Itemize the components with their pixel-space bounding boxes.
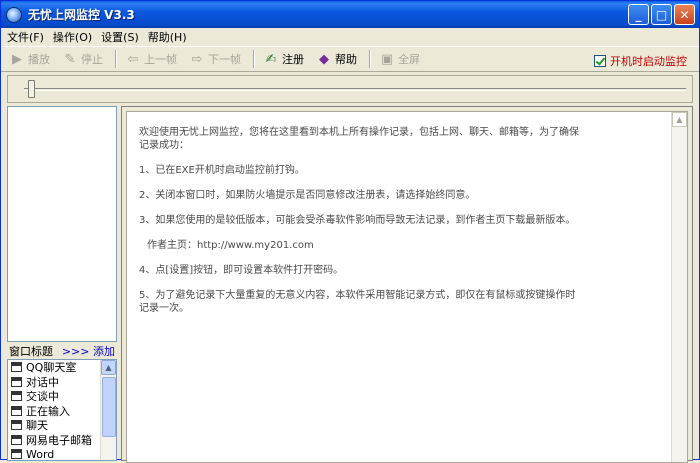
scroll-up-icon[interactable]: ▲ (672, 112, 687, 127)
stop-icon: ✎ (64, 51, 76, 67)
tip-5: 5、为了避免记录下大量重复的无意义内容，本软件采用智能记录方式，即仅在有鼠标或按… (139, 290, 576, 314)
prev-frame-button[interactable]: ⇦ 上一帧 (125, 51, 177, 67)
record-viewer[interactable]: 欢迎使用无忧上网监控，您将在这里看到本机上所有操作记录，包括上网、聊天、邮箱等，… (126, 111, 688, 463)
next-frame-label: 下一帧 (208, 53, 241, 66)
fullscreen-icon: ▣ (380, 51, 394, 67)
menu-operate[interactable]: 操作(O) (53, 29, 92, 45)
viewer-scrollbar[interactable]: ▲ (671, 112, 687, 462)
play-icon: ▶ (12, 51, 22, 67)
toolbar-separator (253, 50, 255, 68)
add-link[interactable]: >>> 添加 (62, 343, 115, 359)
window-title: 无忧上网监控 V3.3 (28, 8, 135, 22)
window-icon (11, 391, 22, 402)
author-homepage: 作者主页：http://www.my201.com (147, 240, 314, 251)
menu-file[interactable]: 文件(F) (7, 29, 44, 45)
menu-help[interactable]: 帮助(H) (148, 29, 187, 45)
tip-1: 1、已在EXE开机时启动监控前打钩。 (139, 165, 305, 176)
autostart-checkbox[interactable]: 开机时启动监控 (594, 53, 687, 69)
window-controls: _ □ ✕ (628, 4, 695, 25)
main-pane: 欢迎使用无忧上网监控，您将在这里看到本机上所有操作记录，包括上网、聊天、邮箱等，… (121, 106, 693, 463)
register-button[interactable]: ✍ 注册 (263, 51, 304, 67)
list-scrollbar[interactable]: ▲ (100, 360, 116, 460)
toolbar-separator (115, 50, 117, 68)
arrow-left-icon: ⇦ (127, 51, 139, 67)
window-title-list-header: 窗口标题 >>> 添加 (7, 343, 117, 359)
maximize-button[interactable]: □ (651, 4, 672, 25)
register-label: 注册 (282, 53, 304, 66)
app-icon (6, 6, 22, 23)
help-book-icon: ◆ (319, 51, 329, 67)
window-icon (11, 362, 22, 373)
arrow-right-icon: ⇨ (191, 51, 203, 67)
menu-bar: 文件(F) 操作(O) 设置(S) 帮助(H) (1, 28, 699, 46)
window-icon (11, 376, 22, 387)
prev-frame-label: 上一帧 (144, 53, 177, 66)
list-header-label: 窗口标题 (9, 345, 53, 358)
tip-4: 4、点[设置]按钮，即可设置本软件打开密码。 (139, 265, 344, 276)
play-button[interactable]: ▶ 播放 (9, 51, 50, 67)
intro-paragraph: 欢迎使用无忧上网监控，您将在这里看到本机上所有操作记录，包括上网、聊天、邮箱等，… (139, 127, 579, 151)
window-icon (11, 420, 22, 431)
help-button[interactable]: ◆ 帮助 (316, 51, 357, 67)
window-icon (11, 434, 22, 445)
scroll-thumb[interactable] (102, 377, 116, 437)
register-icon: ✍ (265, 51, 277, 67)
fullscreen-label: 全屏 (398, 53, 420, 66)
slider-thumb[interactable] (28, 80, 35, 98)
toolbar: ▶ 播放 ✎ 停止 ⇦ 上一帧 ⇨ 下一帧 ✍ 注册 ◆ 帮助 ▣ 全屏 开机时… (1, 46, 699, 72)
window-icon (11, 405, 22, 416)
help-label: 帮助 (335, 53, 357, 66)
menu-settings[interactable]: 设置(S) (101, 29, 139, 45)
next-frame-button[interactable]: ⇨ 下一帧 (189, 51, 241, 67)
minimize-button[interactable]: _ (628, 4, 649, 25)
toolbar-separator (369, 50, 371, 68)
app-window: 无忧上网监控 V3.3 _ □ ✕ 文件(F) 操作(O) 设置(S) 帮助(H… (0, 0, 700, 463)
list-item-label: 网易电子邮箱 (26, 433, 92, 447)
scroll-up-icon[interactable]: ▲ (101, 360, 116, 375)
playback-slider-panel (7, 75, 693, 103)
stop-label: 停止 (81, 53, 103, 66)
autostart-label: 开机时启动监控 (610, 55, 687, 68)
slider-track[interactable] (24, 88, 686, 91)
close-button[interactable]: ✕ (674, 4, 695, 25)
title-bar[interactable]: 无忧上网监控 V3.3 _ □ ✕ (1, 1, 699, 28)
stop-button[interactable]: ✎ 停止 (62, 51, 103, 67)
window-title-list[interactable]: QQ聊天室 对话中 交谈中 正在输入 聊天 网易电子邮箱 Word ▲ (7, 359, 117, 461)
tip-2: 2、关闭本窗口时，如果防火墙提示是否同意修改注册表，请选择始终同意。 (139, 190, 476, 201)
play-label: 播放 (28, 53, 50, 66)
welcome-text: 欢迎使用无忧上网监控，您将在这里看到本机上所有操作记录，包括上网、聊天、邮箱等，… (139, 126, 579, 327)
preview-pane (7, 106, 117, 342)
list-item-label: Word (26, 447, 55, 461)
tip-3: 3、如果您使用的是较低版本，可能会受杀毒软件影响而导致无法记录，到作者主页下载最… (139, 215, 576, 226)
window-icon (11, 449, 22, 460)
checkbox-checked-icon[interactable] (594, 55, 606, 67)
fullscreen-button[interactable]: ▣ 全屏 (379, 51, 420, 67)
